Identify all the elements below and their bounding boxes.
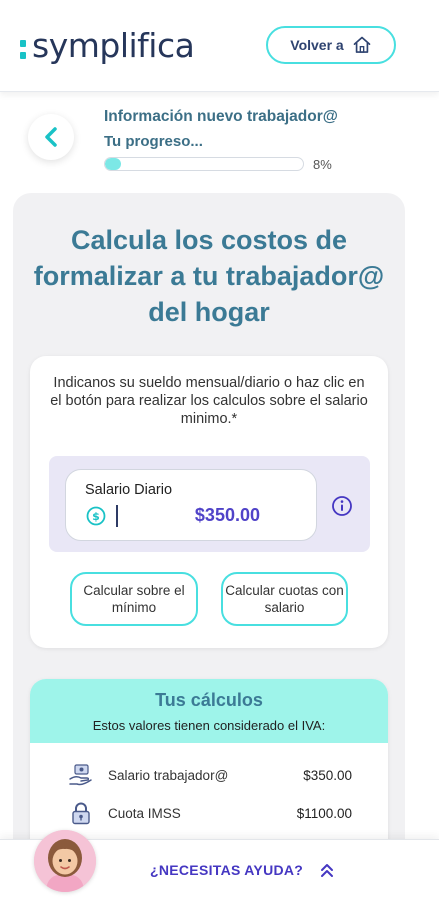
calc-row-value: $350.00	[303, 768, 352, 783]
text-caret	[116, 505, 118, 527]
progress-percent: 8%	[313, 157, 332, 172]
calc-row-label: Salario trabajador@	[108, 768, 229, 783]
page-title: Calcula los costos de formalizar a tu tr…	[33, 225, 385, 327]
logo-mark-icon	[20, 40, 26, 59]
calculations-note: Estos valores tienen considerado el IVA:	[92, 718, 326, 733]
calculate-minimum-label: Calcular sobre el mínimo	[83, 583, 185, 615]
salary-field-value[interactable]: $350.00	[120, 505, 260, 526]
progress-subtitle: Tu progreso...	[104, 133, 203, 150]
info-icon[interactable]	[331, 495, 353, 517]
help-label[interactable]: ¿NECESITAS AYUDA?	[150, 862, 303, 878]
symplifica-logo[interactable]: symplifica	[20, 26, 195, 66]
home-icon	[353, 36, 371, 53]
calculate-salary-label: Calcular cuotas con salario	[225, 583, 344, 615]
assistant-avatar[interactable]	[34, 830, 96, 892]
calculations-title: Tus cálculos	[155, 690, 263, 710]
app-header: symplifica Volver a	[0, 0, 439, 92]
logo-text: symplifica	[32, 26, 195, 65]
back-home-label: Volver a	[290, 37, 344, 53]
salary-field-label: Salario Diario	[85, 482, 173, 498]
progress-bar	[104, 157, 304, 171]
lock-icon	[72, 802, 90, 825]
back-button[interactable]	[28, 114, 74, 160]
instructions-text: Indicanos su sueldo mensual/diario o haz…	[50, 375, 368, 427]
progress-bar-fill	[105, 158, 121, 170]
calc-row-value: $1100.00	[296, 806, 352, 821]
chevron-left-icon	[45, 127, 57, 147]
svg-text:$: $	[92, 510, 100, 523]
calculations-header	[30, 679, 388, 743]
back-home-button[interactable]: Volver a	[266, 26, 396, 64]
assistant-avatar-icon	[34, 830, 96, 892]
calculate-salary-button[interactable]: Calcular cuotas con salario	[221, 572, 348, 626]
double-chevron-up-icon[interactable]	[320, 862, 334, 878]
progress-title: Información nuevo trabajador@	[104, 108, 338, 125]
salary-hand-icon	[69, 764, 92, 786]
calculate-minimum-button[interactable]: Calcular sobre el mínimo	[70, 572, 198, 626]
dollar-icon: $	[86, 506, 106, 526]
calc-row-label: Cuota IMSS	[108, 806, 181, 821]
